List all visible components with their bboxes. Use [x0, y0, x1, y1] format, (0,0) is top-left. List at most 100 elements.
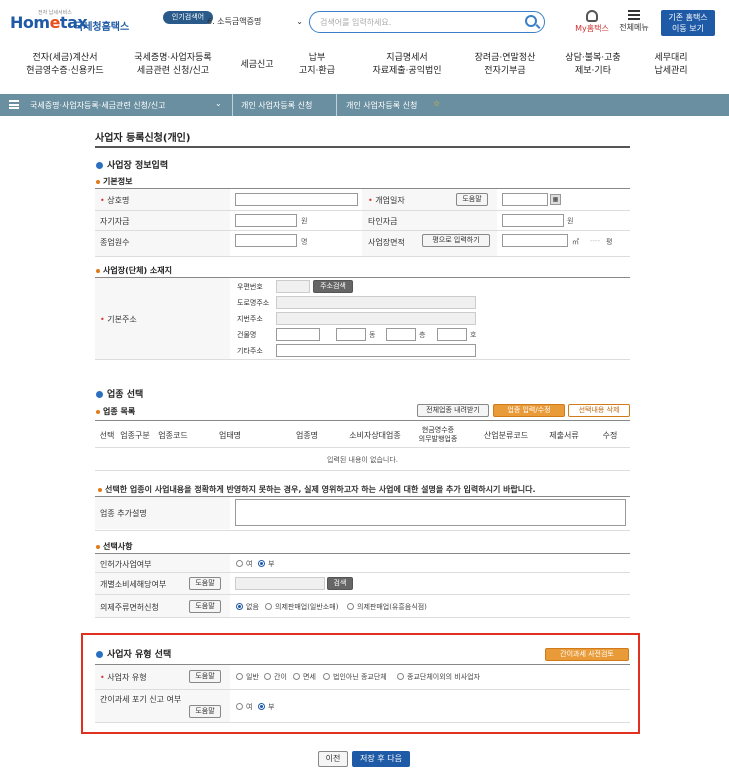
license-no-radio[interactable] [258, 560, 265, 567]
biz-type-radio-exempt[interactable] [293, 673, 300, 680]
help-button[interactable]: 도움말 [189, 705, 221, 718]
star-icon[interactable]: ☆ [433, 99, 440, 108]
old-hometax-button[interactable]: 기존 홈택스 이동 보기 [661, 10, 715, 36]
liquor-none-radio[interactable] [236, 603, 243, 610]
area-pyeong-button[interactable]: 평으로 입력하기 [422, 234, 490, 247]
help-button[interactable]: 도움말 [456, 193, 488, 206]
table-header: 업종명 [295, 431, 319, 440]
bullet-icon [96, 544, 100, 549]
unit-label: 명 [301, 238, 308, 246]
biz-type-radio-general[interactable] [236, 673, 243, 680]
nav-item-incentive[interactable]: 장려금·연말정산 전자기부금 [462, 52, 548, 78]
hot-keyword-select[interactable]: 6. 소득금액증명 ⌄ [207, 15, 305, 29]
address-label: • 기본주소 [100, 315, 137, 324]
nav-item-agent[interactable]: 세무대리 납세관리 [643, 52, 699, 78]
other-address-input[interactable] [276, 344, 476, 357]
edit-industry-button[interactable]: 업종 입력/수정 [493, 404, 565, 417]
save-next-button[interactable]: 저장 후 다음 [352, 751, 410, 767]
breadcrumb-divider [232, 94, 233, 116]
nav-item-statement[interactable]: 지급명세서 자료제출·공익법인 [358, 52, 456, 78]
search-input[interactable]: 검색어를 입력하세요. [309, 11, 545, 33]
liquor-opt1-radio[interactable] [265, 603, 272, 610]
divider [95, 146, 630, 148]
row-divider [95, 572, 630, 573]
road-address-input[interactable] [276, 296, 476, 309]
biz-type-radio-simplified[interactable] [264, 673, 271, 680]
help-button[interactable]: 도움말 [189, 600, 221, 613]
liquor-opt2-radio[interactable] [347, 603, 354, 610]
radio-label: 의제판매업(유흥음식점) [357, 603, 427, 611]
section-industry: 업종 선택 [96, 387, 143, 400]
row-divider [95, 689, 630, 690]
prev-button[interactable]: 이전 [318, 751, 348, 767]
dong-input[interactable] [336, 328, 366, 341]
all-menu-button[interactable]: 전체메뉴 [616, 10, 652, 33]
menu-icon[interactable] [9, 100, 19, 109]
address-search-button[interactable]: 주소검색 [313, 280, 353, 293]
postal-input[interactable] [276, 280, 310, 293]
help-button[interactable]: 도움말 [189, 577, 221, 590]
road-address-label: 도로명주소 [237, 299, 270, 307]
nav-item-payment[interactable]: 납부 고지·환급 [290, 52, 344, 78]
section-biz-type: 사업자 유형 선택 [96, 647, 171, 660]
radio-label: 간이 [274, 673, 287, 681]
radio-label: 의제판매업(일반소매) [275, 603, 339, 611]
radio-label: 일반 [246, 673, 259, 681]
my-hometax-button[interactable]: My홈택스 [572, 10, 612, 34]
search-placeholder: 검색어를 입력하세요. [320, 18, 392, 27]
bullet-icon [96, 651, 103, 658]
row-divider [95, 470, 630, 471]
industry-extra-label: 업종 추가설명 [100, 509, 147, 518]
breadcrumb-level1[interactable]: 국세증명·사업자등록·세금관련 신청/신고 [30, 100, 165, 111]
logo-subtitle: 국세청홈택스 [74, 22, 130, 33]
unit-label: 원 [301, 217, 308, 225]
other-capital-input[interactable] [502, 214, 564, 227]
abandon-no-radio[interactable] [258, 703, 265, 710]
building-input[interactable] [276, 328, 320, 341]
nav-item-registration[interactable]: 국세증명·사업자등록 세금관련 신청/신고 [124, 52, 222, 78]
trade-name-input[interactable] [235, 193, 358, 206]
nav-item-consult[interactable]: 상담·불복·고충 제보·기타 [556, 52, 630, 78]
excise-input[interactable] [235, 577, 325, 590]
own-capital-label: 자기자금 [100, 217, 130, 226]
main-nav: 전자(세금)계산서 현금영수증·신용카드 국세증명·사업자등록 세금관련 신청/… [0, 52, 729, 90]
ho-input[interactable] [437, 328, 467, 341]
biz-type-radio-nonbiz[interactable] [397, 673, 404, 680]
nav-item-tax-report[interactable]: 세금신고 [232, 52, 282, 78]
license-yes-radio[interactable] [236, 560, 243, 567]
subsection-industry-list: 업종 목록 [96, 406, 135, 417]
help-button[interactable]: 도움말 [189, 670, 221, 683]
load-all-industries-button[interactable]: 전체업종 내려받기 [417, 404, 489, 417]
own-capital-input[interactable] [235, 214, 297, 227]
hamburger-icon [628, 10, 640, 20]
area-label: 사업장면적 [368, 238, 405, 247]
building-label: 건물명 [237, 331, 257, 339]
bullet-icon [96, 409, 100, 414]
bullet-icon [96, 268, 100, 273]
excise-search-button[interactable]: 검색 [327, 577, 353, 590]
jibun-address-input[interactable] [276, 312, 476, 325]
employees-input[interactable] [235, 234, 297, 247]
search-icon[interactable] [525, 15, 537, 27]
nav-item-invoice[interactable]: 전자(세금)계산서 현금영수증·신용카드 [14, 52, 116, 78]
biz-type-radio-religious[interactable] [323, 673, 330, 680]
abandon-yes-radio[interactable] [236, 703, 243, 710]
calendar-icon[interactable]: ▦ [550, 194, 561, 205]
section-biz-info: 사업장 정보입력 [96, 158, 168, 171]
radio-label: 면세 [303, 673, 316, 681]
open-date-input[interactable] [502, 193, 548, 206]
area-input[interactable] [502, 234, 568, 247]
radio-label: 부 [268, 560, 275, 568]
radio-label: 종교단체이외의 비사업자 [407, 673, 481, 681]
delete-selected-button[interactable]: 선택내용 삭제 [568, 404, 630, 417]
row-divider [95, 530, 630, 531]
industry-extra-textarea[interactable] [235, 499, 626, 526]
bullet-icon [96, 391, 103, 398]
breadcrumb-divider [336, 94, 337, 116]
unit-label: 평 [606, 238, 613, 246]
row-divider [95, 256, 630, 257]
chevron-down-icon[interactable]: ⌄ [215, 99, 222, 108]
breadcrumb-level2[interactable]: 개인 사업자등록 신청 [241, 100, 312, 111]
floor-input[interactable] [386, 328, 416, 341]
simplified-precheck-button[interactable]: 간이과세 사전검토 [545, 648, 629, 661]
